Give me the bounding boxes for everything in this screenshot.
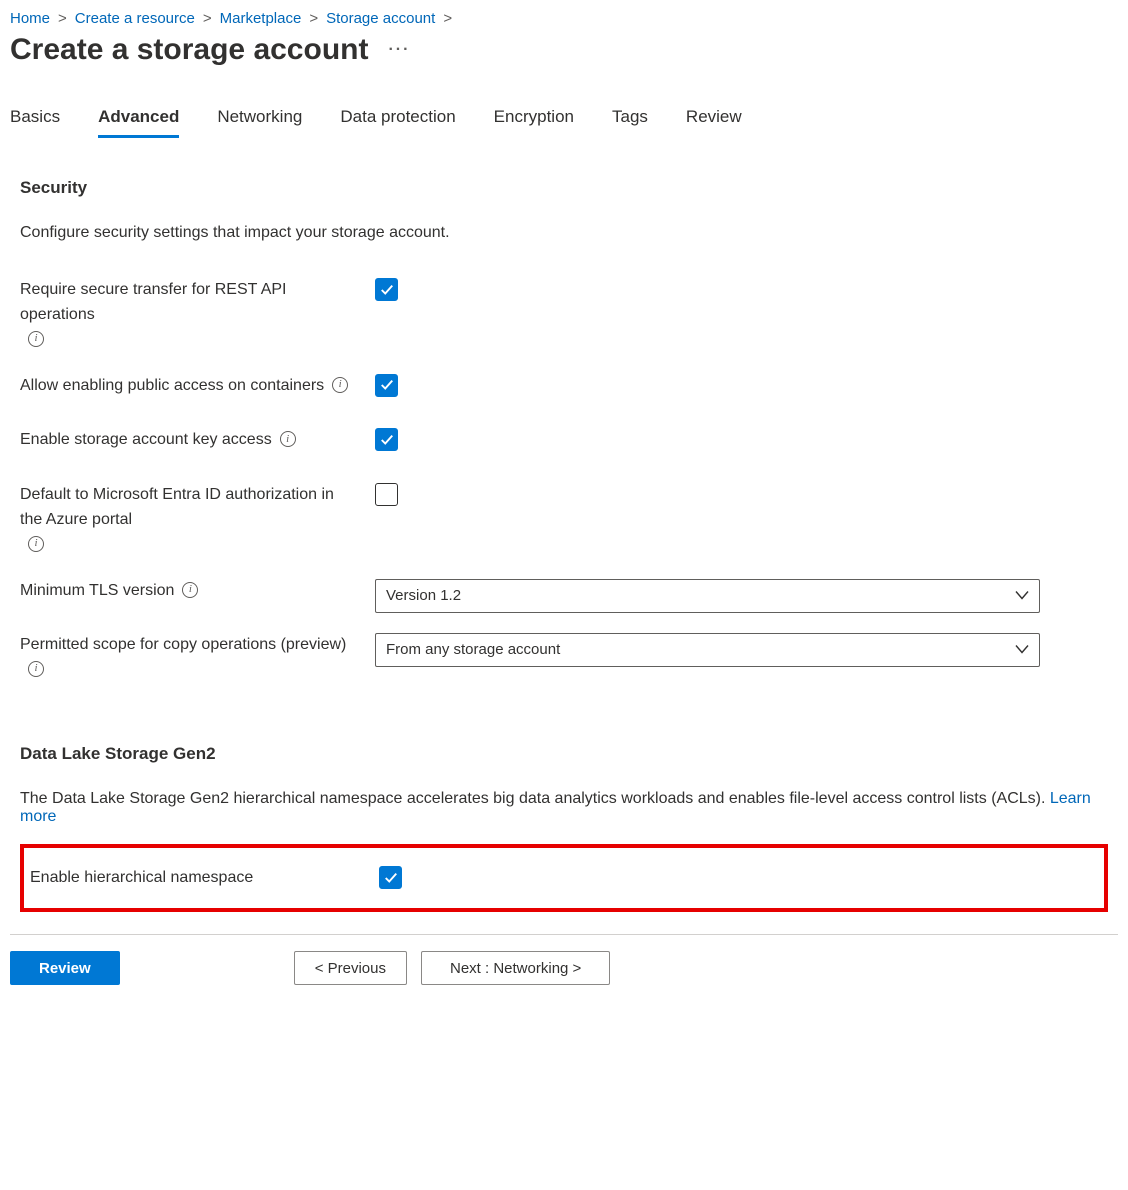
chevron-down-icon (1015, 641, 1029, 658)
chevron-down-icon (1015, 587, 1029, 604)
copy-scope-select[interactable]: From any storage account (375, 633, 1040, 667)
info-icon[interactable]: i (280, 431, 296, 447)
page-title-text: Create a storage account (10, 33, 368, 67)
info-icon[interactable]: i (28, 661, 44, 677)
datalake-heading: Data Lake Storage Gen2 (20, 744, 1108, 764)
info-icon[interactable]: i (332, 377, 348, 393)
review-button[interactable]: Review (10, 951, 120, 985)
breadcrumb-marketplace[interactable]: Marketplace (220, 10, 302, 27)
entra-default-checkbox[interactable] (375, 483, 398, 506)
info-icon[interactable]: i (28, 331, 44, 347)
info-icon[interactable]: i (182, 582, 198, 598)
security-desc: Configure security settings that impact … (20, 224, 1108, 242)
chevron-right-icon: > (443, 10, 452, 27)
datalake-desc: The Data Lake Storage Gen2 hierarchical … (20, 790, 1108, 826)
tabs: Basics Advanced Networking Data protecti… (10, 107, 1118, 138)
breadcrumb-create-resource[interactable]: Create a resource (75, 10, 195, 27)
tls-label: Minimum TLS version i (20, 579, 375, 604)
enable-hns-highlight: Enable hierarchical namespace (20, 844, 1108, 913)
previous-button[interactable]: < Previous (294, 951, 407, 985)
more-icon[interactable]: ··· (388, 41, 410, 59)
footer-bar: Review < Previous Next : Networking > (10, 934, 1118, 1055)
copy-scope-label: Permitted scope for copy operations (pre… (20, 633, 375, 674)
tab-encryption[interactable]: Encryption (494, 107, 574, 138)
allow-public-label: Allow enabling public access on containe… (20, 374, 375, 399)
allow-public-checkbox[interactable] (375, 374, 398, 397)
require-secure-label: Require secure transfer for REST API ope… (20, 278, 375, 344)
page-title: Create a storage account ··· (10, 33, 1118, 67)
tab-review[interactable]: Review (686, 107, 742, 138)
tab-advanced[interactable]: Advanced (98, 107, 179, 138)
key-access-label: Enable storage account key access i (20, 428, 375, 453)
tab-data-protection[interactable]: Data protection (340, 107, 455, 138)
chevron-right-icon: > (203, 10, 212, 27)
security-heading: Security (20, 178, 1108, 198)
tls-select-value: Version 1.2 (386, 587, 461, 604)
info-icon[interactable]: i (28, 536, 44, 552)
entra-default-label: Default to Microsoft Entra ID authorizat… (20, 483, 375, 549)
chevron-right-icon: > (58, 10, 67, 27)
tls-select[interactable]: Version 1.2 (375, 579, 1040, 613)
chevron-right-icon: > (309, 10, 318, 27)
breadcrumb-home[interactable]: Home (10, 10, 50, 27)
tab-networking[interactable]: Networking (217, 107, 302, 138)
enable-hns-label: Enable hierarchical namespace (30, 866, 379, 891)
tab-tags[interactable]: Tags (612, 107, 648, 138)
breadcrumb: Home > Create a resource > Marketplace >… (10, 10, 1118, 27)
next-button[interactable]: Next : Networking > (421, 951, 610, 985)
key-access-checkbox[interactable] (375, 428, 398, 451)
copy-scope-select-value: From any storage account (386, 641, 560, 658)
enable-hns-checkbox[interactable] (379, 866, 402, 889)
tab-basics[interactable]: Basics (10, 107, 60, 138)
require-secure-checkbox[interactable] (375, 278, 398, 301)
breadcrumb-storage-account[interactable]: Storage account (326, 10, 435, 27)
